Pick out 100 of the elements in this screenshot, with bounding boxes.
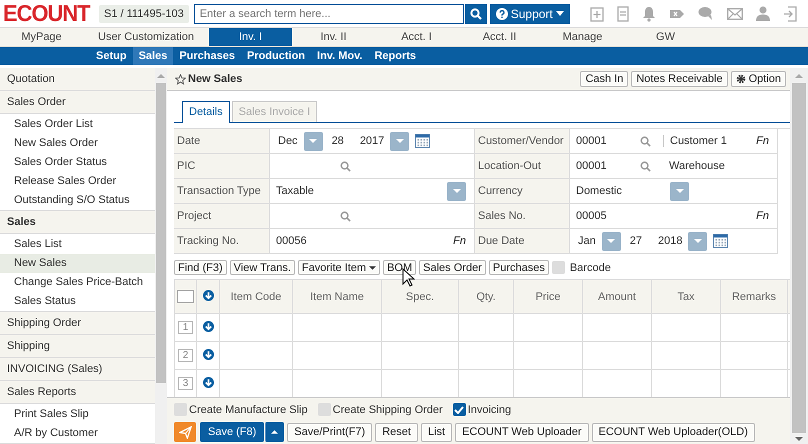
dropdown-button[interactable]	[670, 182, 689, 200]
nav-tab[interactable]: Manage	[541, 28, 624, 46]
function-link[interactable]: Fn	[453, 235, 466, 247]
footer-button[interactable]: ECOUNT Web Uploader	[455, 422, 589, 442]
mail-icon[interactable]	[726, 8, 743, 20]
save-button[interactable]: Save (F8)	[200, 422, 264, 442]
sidebar-item[interactable]: Release Sales Order	[0, 172, 155, 191]
dropdown-button[interactable]	[447, 182, 466, 200]
action-button[interactable]: Option	[730, 71, 786, 87]
sidebar-item[interactable]: Print Sales Slip	[0, 405, 155, 424]
sidebar-group[interactable]: Quotation	[0, 68, 155, 91]
code-value[interactable]: 00001	[576, 160, 636, 172]
search-icon[interactable]	[640, 136, 651, 146]
footer-button[interactable]: Save/Print(F7)	[287, 422, 372, 442]
text-value[interactable]: 00005	[576, 210, 752, 222]
nav-tab[interactable]: MyPage	[0, 28, 83, 46]
action-button[interactable]: Notes Receivable	[631, 71, 728, 87]
checkbox[interactable]	[174, 403, 187, 416]
nav-tab[interactable]: GW	[624, 28, 707, 46]
nav-tab[interactable]: Acct. II	[458, 28, 541, 46]
field-label: Project	[174, 204, 270, 229]
toolbar-button[interactable]: Sales Order	[419, 260, 486, 275]
sidebar-item[interactable]: Outstanding S/O Status	[0, 191, 155, 210]
sidebar-group[interactable]: INVOICING (Sales)	[0, 358, 155, 381]
sidebar-item[interactable]: Sales Order Status	[0, 153, 155, 172]
search-icon[interactable]	[340, 160, 351, 172]
checkbox[interactable]	[552, 261, 565, 274]
text-value[interactable]: 00056	[276, 235, 450, 247]
down-arrow-icon[interactable]	[202, 376, 214, 388]
sidebar-group[interactable]: Shipping Order	[0, 312, 155, 335]
add-page-icon[interactable]	[590, 6, 604, 22]
search-icon[interactable]	[340, 210, 351, 222]
sidebar-group[interactable]: Sales Order	[0, 91, 155, 114]
toolbar-button[interactable]: Find (F3)	[174, 260, 227, 275]
nav-tab[interactable]: User Customization	[83, 28, 209, 46]
sidebar-group[interactable]: Sales	[0, 211, 155, 234]
name-value: Warehouse	[668, 160, 725, 172]
toolbar-button[interactable]: Purchases	[488, 260, 549, 275]
action-button[interactable]: Cash In	[580, 71, 628, 87]
select-field[interactable]: Domestic	[576, 185, 666, 197]
sidebar-group[interactable]: Sales Reports	[0, 381, 155, 404]
subnav-tab[interactable]: Inv. Mov.	[311, 47, 368, 65]
footer-button[interactable]: ECOUNT Web Uploader(OLD)	[592, 422, 755, 442]
document-icon[interactable]	[616, 6, 629, 22]
search-field[interactable]: Enter a search term here...	[194, 4, 464, 24]
user-icon[interactable]	[756, 6, 770, 21]
subnav-tab[interactable]: Sales	[132, 47, 174, 65]
field-label: Location-Out	[475, 154, 570, 179]
tab[interactable]: Details	[182, 101, 230, 123]
subnav-tab[interactable]: Setup	[90, 47, 133, 65]
dropdown-button[interactable]	[688, 232, 708, 250]
toolbar-button[interactable]: BOM	[383, 260, 416, 275]
nav-tab[interactable]: Inv. I	[209, 28, 292, 46]
function-link[interactable]: Fn	[756, 210, 769, 222]
subnav-tab[interactable]: Reports	[368, 47, 422, 65]
subnav-tab[interactable]: Purchases	[173, 47, 241, 65]
chat-icon[interactable]	[698, 6, 714, 21]
sidebar-item[interactable]: Sales Order List	[0, 115, 155, 134]
subnav-tab[interactable]: Production	[240, 47, 312, 65]
select-all-checkbox[interactable]	[177, 290, 194, 303]
toolbar-button[interactable]: Favorite Item	[298, 260, 380, 275]
scrollbar[interactable]	[790, 68, 808, 444]
send-button[interactable]	[174, 422, 196, 442]
toolbar-button[interactable]: View Trans.	[230, 260, 295, 275]
sidebar-item[interactable]: New Sales	[0, 254, 155, 273]
bell-icon[interactable]	[642, 6, 656, 22]
sidebar-item[interactable]: A/R by Customer	[0, 424, 155, 443]
dropdown-button[interactable]	[304, 132, 323, 150]
sidebar-item[interactable]: Sales Status	[0, 292, 155, 311]
dropdown-button[interactable]	[602, 232, 621, 250]
caret-icon	[676, 189, 684, 193]
down-arrow-icon[interactable]	[202, 348, 214, 360]
scrollbar[interactable]	[155, 68, 167, 444]
more-button[interactable]	[265, 422, 284, 442]
search-button[interactable]	[464, 4, 487, 24]
row-number: 1	[178, 321, 193, 334]
select-field[interactable]: Taxable	[276, 185, 444, 197]
checkbox[interactable]	[452, 403, 466, 416]
sidebar-item[interactable]: Change Sales Price-Batch	[0, 273, 155, 292]
search-icon[interactable]	[640, 160, 651, 172]
calendar-icon[interactable]	[415, 134, 430, 148]
checkbox[interactable]	[318, 403, 331, 416]
down-arrow-icon[interactable]	[202, 320, 214, 332]
code-value[interactable]: 00001	[576, 135, 636, 147]
logo[interactable]: ECOUNT	[3, 0, 88, 27]
dropdown-button[interactable]	[390, 132, 410, 150]
sidebar-item[interactable]: New Sales Order	[0, 134, 155, 153]
sidebar-item[interactable]: Sales List	[0, 235, 155, 254]
footer-button[interactable]: Reset	[375, 422, 418, 442]
calendar-icon[interactable]	[713, 234, 728, 248]
nav-tab[interactable]: Inv. II	[292, 28, 375, 46]
support-button[interactable]: Support	[490, 4, 570, 24]
footer-button[interactable]: List	[420, 422, 452, 442]
checkbox-label: Invoicing	[468, 404, 512, 416]
nav-tab[interactable]: Acct. I	[375, 28, 458, 46]
star-icon[interactable]	[175, 74, 186, 84]
down-arrow-icon[interactable]	[202, 290, 214, 300]
function-link[interactable]: Fn	[756, 135, 769, 147]
sidebar-group[interactable]: Shipping	[0, 335, 155, 358]
logout-icon[interactable]	[782, 6, 797, 22]
